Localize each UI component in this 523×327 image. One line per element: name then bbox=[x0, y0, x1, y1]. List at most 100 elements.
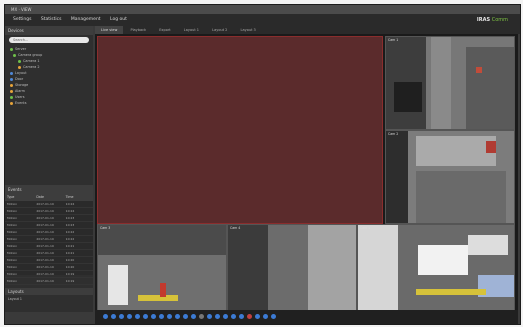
layout-item[interactable]: Layout 1 bbox=[5, 295, 93, 303]
menu-item-statistics[interactable]: Statistics bbox=[41, 14, 62, 26]
camera-feed bbox=[386, 131, 514, 223]
tab-export[interactable]: Export bbox=[153, 26, 176, 34]
tree-node[interactable]: Events bbox=[8, 100, 90, 106]
camera-tile[interactable]: Cam 3 bbox=[97, 224, 227, 318]
tab-playback[interactable]: Playback bbox=[124, 26, 152, 34]
playback-control-button[interactable] bbox=[263, 314, 268, 319]
event-cell: Motion bbox=[7, 258, 18, 262]
event-cell: Motion bbox=[7, 279, 18, 283]
camera-tile[interactable]: Cam 2 bbox=[385, 130, 515, 224]
tree-node-label: Camera 2 bbox=[23, 65, 40, 69]
tab-layout-3[interactable]: Layout 3 bbox=[235, 26, 262, 34]
tree-node-label: Events bbox=[15, 101, 27, 105]
playback-control-button[interactable] bbox=[111, 314, 116, 319]
playback-control-button[interactable] bbox=[199, 314, 204, 319]
events-column-time: Time bbox=[65, 195, 74, 199]
playback-control-button[interactable] bbox=[215, 314, 220, 319]
tree-node-label: Camera 1 bbox=[23, 59, 40, 63]
playback-control-button[interactable] bbox=[183, 314, 188, 319]
status-dot-icon bbox=[10, 71, 13, 75]
menu-item-settings[interactable]: Settings bbox=[13, 14, 31, 26]
status-dot-icon bbox=[10, 77, 13, 81]
search-input[interactable]: Search... bbox=[9, 37, 89, 43]
status-dot-icon bbox=[18, 59, 21, 63]
event-cell: 10:19 bbox=[65, 272, 75, 276]
event-row[interactable]: Motion 2017-01-19 10:21 bbox=[5, 243, 93, 250]
event-cell: 10:21 bbox=[65, 244, 75, 248]
event-cell: Motion bbox=[7, 216, 18, 220]
event-row[interactable]: Motion 2017-01-19 10:21 bbox=[5, 250, 93, 257]
playback-control-button[interactable] bbox=[223, 314, 228, 319]
status-dot-icon bbox=[13, 53, 16, 57]
playback-control-button[interactable] bbox=[255, 314, 260, 319]
playback-control-button[interactable] bbox=[127, 314, 132, 319]
event-row[interactable]: Motion 2017-01-19 10:19 bbox=[5, 278, 93, 285]
event-cell: 10:20 bbox=[65, 265, 75, 269]
event-row[interactable]: Motion 2017-01-19 10:22 bbox=[5, 236, 93, 243]
events-column-type: Type bbox=[7, 195, 15, 199]
status-dot-icon bbox=[10, 101, 13, 105]
event-cell: 2017-01-19 bbox=[36, 244, 54, 248]
status-dot-icon bbox=[18, 65, 21, 69]
event-row[interactable]: Motion 2017-01-19 10:23 bbox=[5, 215, 93, 222]
camera-grid: Cam 1 Cam 2 Cam 3 Cam 4 Cam 5 bbox=[95, 34, 518, 318]
event-cell: 2017-01-19 bbox=[36, 209, 54, 213]
devices-panel-title: Devices bbox=[5, 26, 93, 35]
playback-control-button[interactable] bbox=[247, 314, 252, 319]
tab-live-view[interactable]: Live view bbox=[95, 26, 124, 34]
camera-feed bbox=[98, 225, 226, 317]
event-row[interactable]: Motion 2017-01-19 10:20 bbox=[5, 257, 93, 264]
event-cell: 10:24 bbox=[65, 202, 75, 206]
layouts-panel: Layouts Layout 1 bbox=[5, 288, 93, 312]
playback-control-button[interactable] bbox=[271, 314, 276, 319]
playback-control-button[interactable] bbox=[103, 314, 108, 319]
event-cell: Motion bbox=[7, 265, 18, 269]
camera-tile[interactable]: Cam 1 bbox=[385, 36, 515, 130]
app-window: MX · VIEW Settings Statistics Management… bbox=[4, 4, 521, 325]
tree-node-label: Alarm bbox=[15, 89, 25, 93]
playback-control-button[interactable] bbox=[159, 314, 164, 319]
event-cell: 10:23 bbox=[65, 223, 75, 227]
status-dot-icon bbox=[10, 47, 13, 51]
event-cell: 10:22 bbox=[65, 230, 75, 234]
event-row[interactable]: Motion 2017-01-19 10:19 bbox=[5, 271, 93, 278]
playback-control-button[interactable] bbox=[143, 314, 148, 319]
playback-control-button[interactable] bbox=[151, 314, 156, 319]
tab-layout-1[interactable]: Layout 1 bbox=[178, 26, 205, 34]
camera-tile[interactable]: Cam 5 bbox=[357, 224, 515, 318]
playback-control-button[interactable] bbox=[191, 314, 196, 319]
camera-tile[interactable]: Cam 4 bbox=[227, 224, 357, 318]
layouts-title: Layouts bbox=[5, 288, 93, 295]
playback-control-button[interactable] bbox=[135, 314, 140, 319]
playback-control-button[interactable] bbox=[239, 314, 244, 319]
selected-camera-tile[interactable] bbox=[97, 36, 383, 224]
playback-control-button[interactable] bbox=[175, 314, 180, 319]
event-cell: 10:22 bbox=[65, 237, 75, 241]
event-cell: 2017-01-19 bbox=[36, 251, 54, 255]
event-row[interactable]: Motion 2017-01-19 10:20 bbox=[5, 264, 93, 271]
event-cell: 2017-01-19 bbox=[36, 223, 54, 227]
event-row[interactable]: Motion 2017-01-19 10:24 bbox=[5, 208, 93, 215]
camera-feed bbox=[386, 37, 514, 129]
event-row[interactable]: Motion 2017-01-19 10:24 bbox=[5, 201, 93, 208]
tab-layout-2[interactable]: Layout 2 bbox=[206, 26, 233, 34]
playback-control-button[interactable] bbox=[207, 314, 212, 319]
event-cell: Motion bbox=[7, 272, 18, 276]
event-cell: 2017-01-19 bbox=[36, 279, 54, 283]
camera-label: Cam 4 bbox=[230, 226, 241, 230]
event-cell: 2017-01-19 bbox=[36, 230, 54, 234]
menu-item-management[interactable]: Management bbox=[71, 14, 101, 26]
menu-item-logout[interactable]: Log out bbox=[110, 14, 127, 26]
status-dot-icon bbox=[10, 89, 13, 93]
event-cell: 2017-01-19 bbox=[36, 265, 54, 269]
playback-control-button[interactable] bbox=[119, 314, 124, 319]
event-cell: Motion bbox=[7, 223, 18, 227]
playback-control-button[interactable] bbox=[167, 314, 172, 319]
event-row[interactable]: Motion 2017-01-19 10:22 bbox=[5, 229, 93, 236]
event-row[interactable]: Motion 2017-01-19 10:23 bbox=[5, 222, 93, 229]
event-cell: 2017-01-19 bbox=[36, 237, 54, 241]
event-cell: Motion bbox=[7, 251, 18, 255]
events-list: Motion 2017-01-19 10:24 Motion 2017-01-19 10:… bbox=[5, 201, 93, 285]
playback-control-button[interactable] bbox=[231, 314, 236, 319]
camera-feed bbox=[228, 225, 356, 317]
